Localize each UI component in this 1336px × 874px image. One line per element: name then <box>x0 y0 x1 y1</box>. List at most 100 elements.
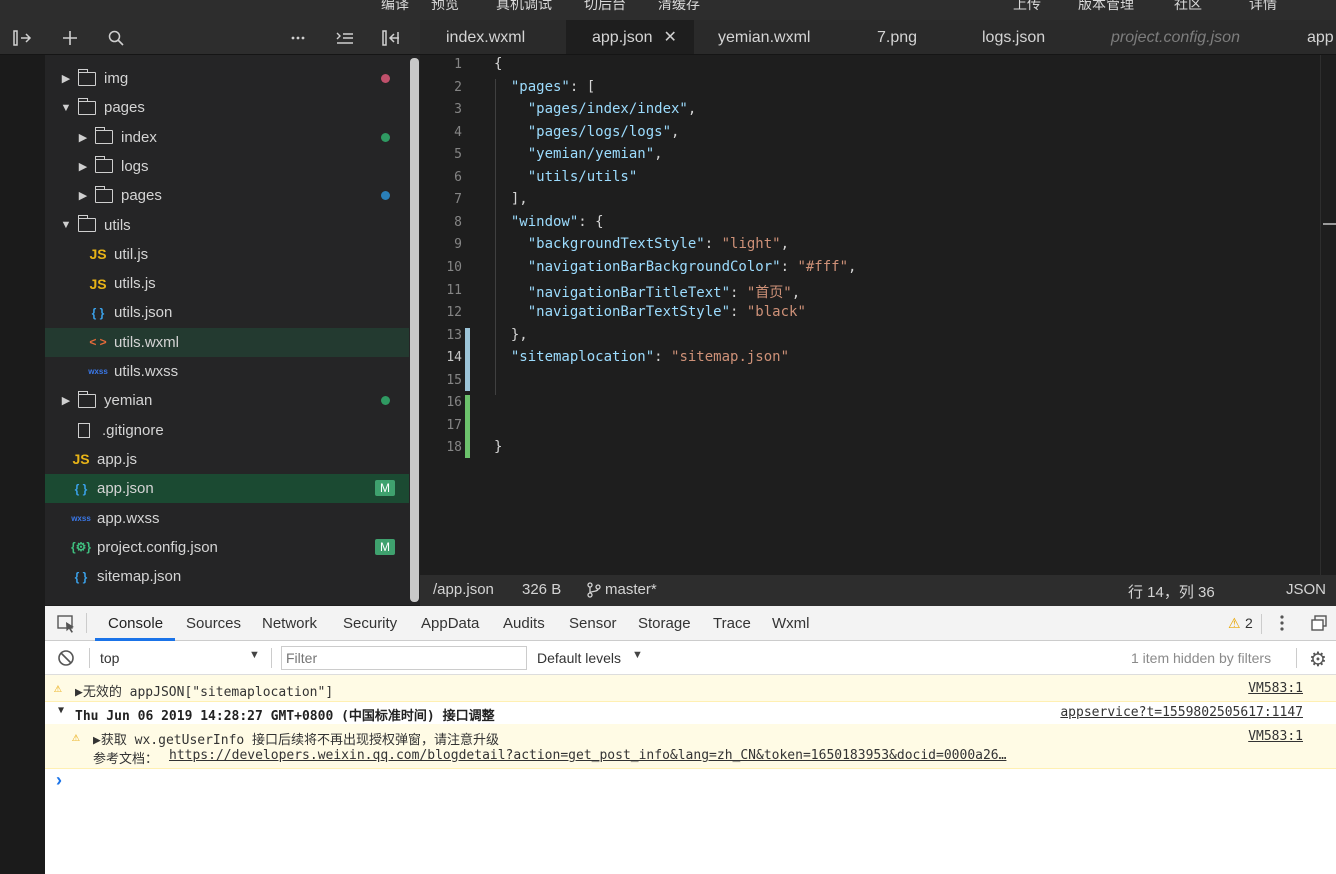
message-source-link[interactable]: VM583:1 <box>1248 729 1303 744</box>
chevron-right-icon[interactable]: ▶ <box>77 131 89 144</box>
code-line[interactable]: { <box>494 56 502 72</box>
message-source-link[interactable]: VM583:1 <box>1248 681 1303 696</box>
code-line[interactable]: "utils/utils" <box>494 169 638 185</box>
tab-sources[interactable]: Sources <box>186 615 241 632</box>
tree-item-app-json[interactable]: { } app.json M <box>45 474 409 504</box>
code-line[interactable]: ], <box>494 191 528 207</box>
tree-item-yemian[interactable]: ▶ yemian <box>45 386 409 415</box>
chevron-down-icon[interactable]: ▼ <box>60 219 72 231</box>
tab-appdata[interactable]: AppData <box>421 615 479 632</box>
tab-project-config-json[interactable]: project.config.json <box>1084 20 1284 54</box>
chevron-down-icon[interactable]: ▼ <box>60 102 72 114</box>
explorer-scrollbar[interactable] <box>409 55 420 605</box>
menu-compile[interactable]: 编译 <box>381 0 409 12</box>
scrollbar-thumb[interactable] <box>410 58 419 602</box>
chevron-down-icon[interactable]: ▼ <box>249 649 260 661</box>
message-text[interactable]: Thu Jun 06 2019 14:28:27 GMT+0800 (中国标准时… <box>75 705 495 724</box>
close-icon[interactable]: ✕ <box>664 29 677 46</box>
undock-icon[interactable] <box>1311 615 1327 634</box>
console-settings-icon[interactable]: ⚙ <box>1309 647 1327 672</box>
tab-network[interactable]: Network <box>262 615 317 632</box>
tab-wxml[interactable]: Wxml <box>772 615 810 632</box>
chevron-right-icon[interactable]: ▶ <box>77 189 89 202</box>
message-doc-link[interactable]: https://developers.weixin.qq.com/blogdet… <box>169 748 1006 763</box>
tree-item-app-wxss[interactable]: wxss app.wxss <box>45 504 409 533</box>
tree-item-logs[interactable]: ▶ logs <box>45 152 409 181</box>
tree-item-project-config-json[interactable]: {⚙} project.config.json M <box>45 533 409 562</box>
collapse-icon[interactable] <box>330 20 360 55</box>
tab-app[interactable]: app <box>1284 20 1336 54</box>
message-text[interactable]: ▶获取 wx.getUserInfo 接口后续将不再出现授权弹窗，请注意升级 <box>93 729 499 748</box>
tree-item-index[interactable]: ▶ index <box>45 123 409 152</box>
code-line[interactable]: }, <box>494 327 528 343</box>
menu-upload[interactable]: 上传 <box>1013 0 1041 12</box>
inspect-element-icon[interactable] <box>57 615 77 636</box>
tab-logs-json[interactable]: logs.json <box>944 20 1084 54</box>
status-branch[interactable]: master* <box>605 581 657 598</box>
menu-clear-cache[interactable]: 清缓存 <box>658 0 700 12</box>
code-line[interactable]: "backgroundTextStyle": "light", <box>494 236 789 252</box>
add-icon[interactable] <box>55 20 85 55</box>
tree-item-pages[interactable]: ▼ pages <box>45 93 409 122</box>
menu-version-manage[interactable]: 版本管理 <box>1078 0 1134 12</box>
code-line[interactable]: "navigationBarBackgroundColor": "#fff", <box>494 259 857 275</box>
warnings-count[interactable]: 2 <box>1245 615 1253 631</box>
menu-remote-debug[interactable]: 真机调试 <box>496 0 552 12</box>
code-line[interactable]: "pages/logs/logs", <box>494 124 680 140</box>
tree-item-utils[interactable]: ▼ utils <box>45 211 409 240</box>
split-icon[interactable] <box>376 20 406 55</box>
more-options-icon[interactable] <box>1279 614 1285 635</box>
editor-scrollbar[interactable] <box>1320 55 1336 575</box>
code-line[interactable]: "sitemaplocation": "sitemap.json" <box>494 349 789 365</box>
tab-trace[interactable]: Trace <box>713 615 751 632</box>
tree-item-util-js[interactable]: JS util.js <box>45 240 409 269</box>
log-levels-select[interactable]: Default levels <box>537 650 621 666</box>
message-source-link[interactable]: appservice?t=1559802505617:1147 <box>1060 705 1303 720</box>
chevron-right-icon[interactable]: ▶ <box>60 394 72 407</box>
menu-background[interactable]: 切后台 <box>584 0 626 12</box>
tab-app-json[interactable]: app.json ✕ <box>566 20 694 54</box>
code-line[interactable]: "pages": [ <box>494 79 595 95</box>
code-line[interactable]: "navigationBarTextStyle": "black" <box>494 304 806 320</box>
tab-index-wxml[interactable]: index.wxml <box>420 20 566 54</box>
tree-item-utils-wxml[interactable]: < > utils.wxml <box>45 327 409 357</box>
menu-details[interactable]: 详情 <box>1249 0 1277 12</box>
tree-item-img[interactable]: ▶ img <box>45 64 409 93</box>
context-select[interactable]: top <box>100 650 119 666</box>
tree-item-app-js[interactable]: JS app.js <box>45 445 409 474</box>
toggle-sidebar-icon[interactable] <box>7 20 37 55</box>
more-icon[interactable] <box>283 20 313 55</box>
tab-audits[interactable]: Audits <box>503 615 545 632</box>
tab-console[interactable]: Console <box>108 615 163 632</box>
filter-input[interactable] <box>281 646 527 670</box>
tree-item-utils-json[interactable]: { } utils.json <box>45 298 409 327</box>
console-prompt-icon[interactable]: › <box>56 770 62 791</box>
chevron-right-icon[interactable]: ▶ <box>60 72 72 85</box>
menu-preview[interactable]: 预览 <box>431 0 459 12</box>
code-editor[interactable]: 1 {2 "pages": [3 "pages/index/index", 4 "p… <box>420 55 1336 575</box>
menu-community[interactable]: 社区 <box>1174 0 1202 12</box>
status-language[interactable]: JSON <box>1286 581 1326 598</box>
tree-item-utils-wxss[interactable]: wxss utils.wxss <box>45 357 409 386</box>
code-line[interactable]: "pages/index/index", <box>494 101 697 117</box>
clear-console-icon[interactable] <box>57 649 75 670</box>
tab-sensor[interactable]: Sensor <box>569 615 617 632</box>
code-line[interactable]: } <box>494 439 502 455</box>
group-expand-icon[interactable]: ▼ <box>58 705 64 716</box>
tab-storage[interactable]: Storage <box>638 615 691 632</box>
tab-yemian-wxml[interactable]: yemian.wxml <box>694 20 844 54</box>
code-line[interactable]: "navigationBarTitleText": "首页", <box>494 282 800 302</box>
tree-item-pages[interactable]: ▶ pages <box>45 181 409 210</box>
tab-7-png[interactable]: 7.png <box>844 20 944 54</box>
levels-chevron-icon[interactable]: ▼ <box>632 649 643 661</box>
tree-item-gitignore[interactable]: .gitignore <box>45 416 409 445</box>
warning-icon[interactable]: ⚠ <box>1228 615 1241 632</box>
status-cursor-position[interactable]: 行 14，列 36 <box>1128 581 1215 602</box>
chevron-right-icon[interactable]: ▶ <box>77 160 89 173</box>
code-line[interactable]: "yemian/yemian", <box>494 146 663 162</box>
status-path[interactable]: /app.json <box>433 581 494 598</box>
tab-security[interactable]: Security <box>343 615 397 632</box>
search-icon[interactable] <box>101 20 131 55</box>
message-text[interactable]: ▶无效的 appJSON["sitemaplocation"] <box>75 681 333 700</box>
tree-item-sitemap-json[interactable]: { } sitemap.json <box>45 562 409 591</box>
